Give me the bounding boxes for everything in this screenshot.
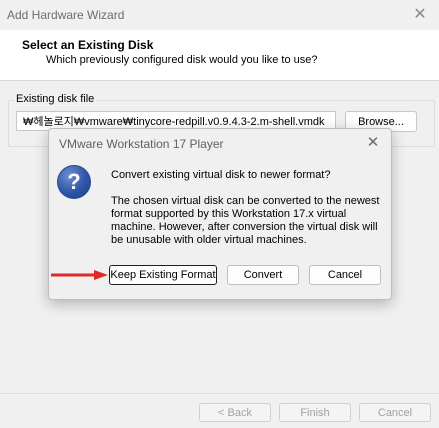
dialog-title: VMware Workstation 17 Player — [59, 137, 224, 151]
existing-disk-label: Existing disk file — [14, 93, 97, 105]
question-icon: ? — [57, 165, 91, 199]
wizard-header: Select an Existing Disk Which previously… — [0, 30, 439, 81]
finish-button[interactable]: Finish — [279, 403, 351, 422]
wizard-header-subtitle: Which previously configured disk would y… — [46, 54, 318, 66]
arrow-head — [94, 270, 108, 280]
keep-existing-format-button[interactable]: Keep Existing Format — [109, 265, 217, 285]
convert-button[interactable]: Convert — [227, 265, 299, 285]
dialog-cancel-button[interactable]: Cancel — [309, 265, 381, 285]
wizard-close-icon[interactable]: ✕ — [407, 2, 433, 28]
dialog-close-icon[interactable]: ✕ — [363, 133, 383, 153]
dialog-question: Convert existing virtual disk to newer f… — [111, 169, 331, 181]
back-button[interactable]: < Back — [199, 403, 271, 422]
footer-divider — [0, 393, 439, 394]
wizard-header-title: Select an Existing Disk — [22, 38, 154, 52]
wizard-cancel-button[interactable]: Cancel — [359, 403, 431, 422]
dialog-body-text: The chosen virtual disk can be converted… — [111, 195, 380, 246]
red-arrow-annotation-icon — [51, 270, 108, 280]
wizard-title: Add Hardware Wizard — [7, 8, 125, 22]
wizard-titlebar: Add Hardware Wizard ✕ — [0, 0, 439, 30]
